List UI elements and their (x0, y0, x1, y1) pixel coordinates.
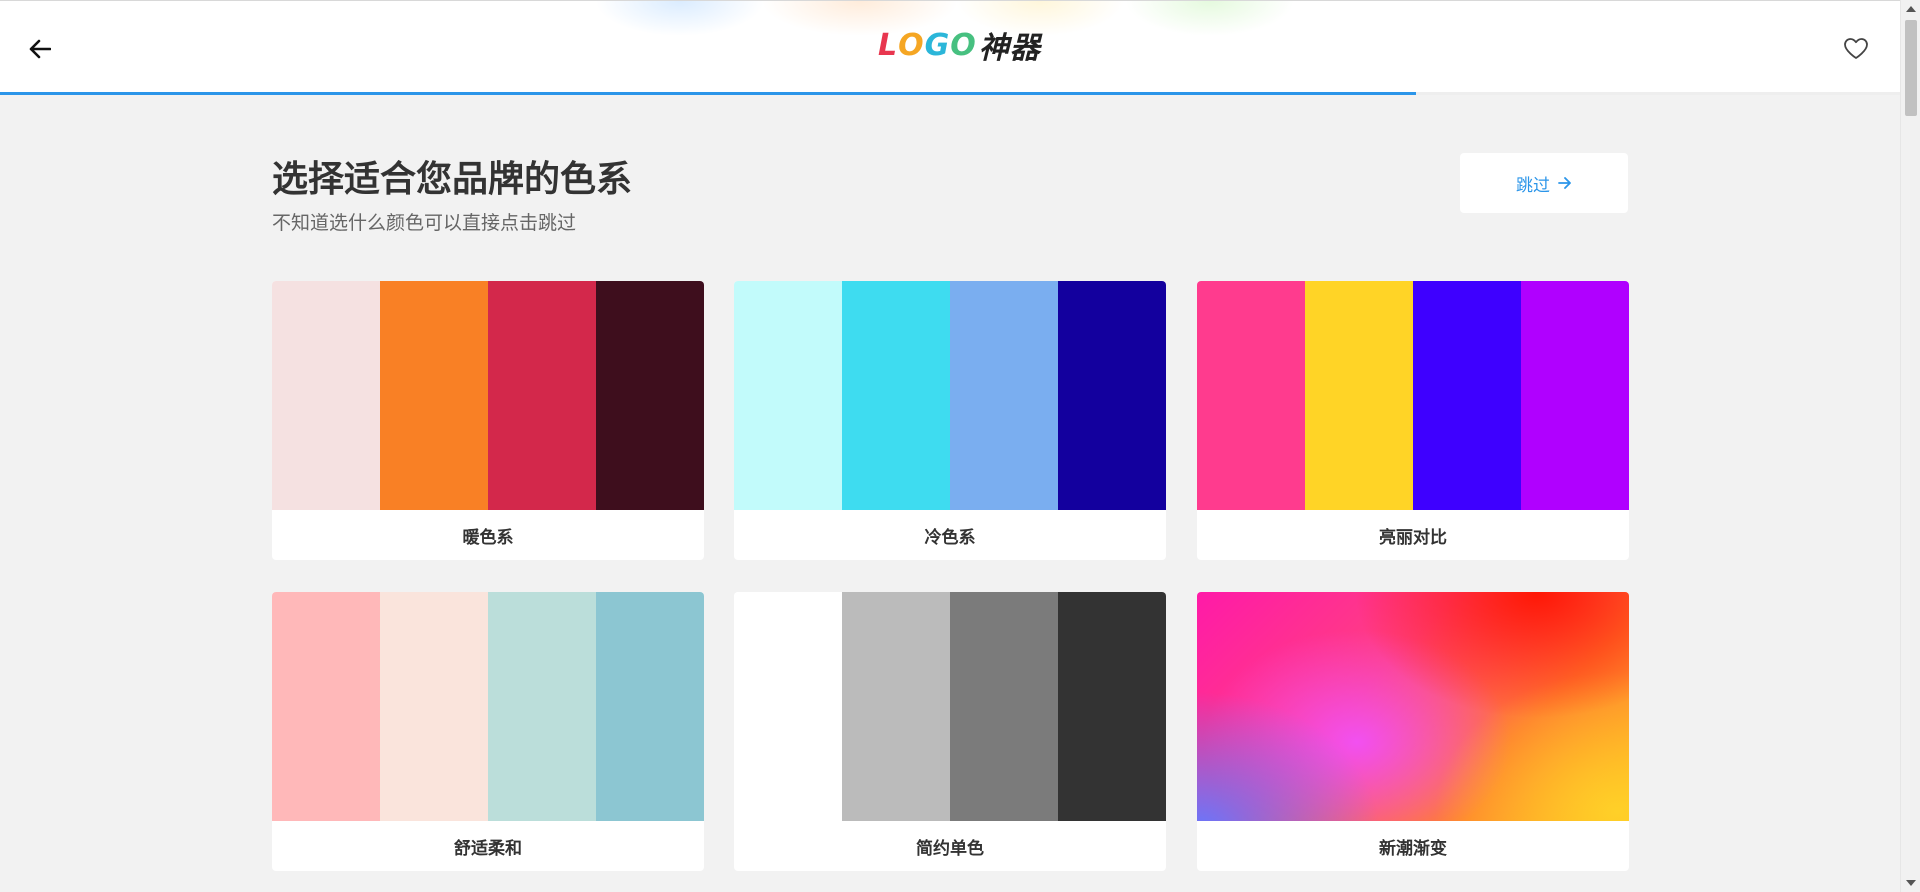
palette-swatches (734, 592, 1166, 821)
palette-swatches (272, 281, 704, 510)
triangle-down-icon (1906, 880, 1916, 886)
color-swatch (734, 281, 842, 510)
color-swatch (950, 281, 1058, 510)
palette-card-mono[interactable]: 简约单色 (734, 592, 1166, 871)
color-swatch (1413, 281, 1521, 510)
progress-fill (0, 92, 1416, 95)
scroll-thumb[interactable] (1905, 20, 1917, 116)
triangle-up-icon (1906, 6, 1916, 12)
logo-suffix: 神器 (978, 31, 1041, 66)
color-swatch (842, 281, 950, 510)
palette-swatches (734, 281, 1166, 510)
color-swatch (380, 281, 488, 510)
color-swatch (1305, 281, 1413, 510)
color-swatch (272, 592, 380, 821)
color-swatch (596, 281, 704, 510)
color-swatch (950, 592, 1058, 821)
scroll-up-button[interactable] (1901, 0, 1920, 18)
logo[interactable]: L O G O 神器 (878, 25, 1041, 67)
palette-card-contrast[interactable]: 亮丽对比 (1197, 281, 1629, 560)
color-swatch (1197, 281, 1305, 510)
palette-label: 舒适柔和 (454, 838, 522, 859)
palette-label: 暖色系 (462, 527, 514, 548)
palette-label: 亮丽对比 (1379, 527, 1447, 548)
palette-card-cool[interactable]: 冷色系 (734, 281, 1166, 560)
color-swatch (1058, 592, 1166, 821)
palette-label: 新潮渐变 (1379, 838, 1447, 859)
arrow-left-icon (29, 39, 51, 59)
page-title: 选择适合您品牌的色系 (272, 159, 633, 200)
logo-letter-4: O (950, 27, 977, 63)
palette-label: 简约单色 (916, 838, 984, 859)
heart-icon (1844, 38, 1868, 59)
color-swatch (842, 592, 950, 821)
color-swatch (488, 592, 596, 821)
logo-letter-2: O (898, 27, 925, 63)
progress-bar (0, 92, 1900, 95)
color-swatch (380, 592, 488, 821)
palette-card-gradient[interactable]: 新潮渐变 (1197, 592, 1629, 871)
arrow-right-icon (1558, 177, 1572, 189)
color-swatch (596, 592, 704, 821)
color-swatch (1058, 281, 1166, 510)
favorite-button[interactable] (1840, 33, 1872, 65)
color-swatch (1521, 281, 1629, 510)
palette-label: 冷色系 (924, 527, 976, 548)
color-swatch (734, 592, 842, 821)
scroll-down-button[interactable] (1901, 874, 1920, 892)
palette-card-warm[interactable]: 暖色系 (272, 281, 704, 560)
color-swatch (488, 281, 596, 510)
color-swatch (272, 281, 380, 510)
skip-button[interactable]: 跳过 (1460, 153, 1628, 213)
palette-swatches (1197, 281, 1629, 510)
logo-letter-1: L (878, 27, 899, 63)
scrollbar[interactable] (1900, 0, 1920, 892)
page-subtitle: 不知道选什么颜色可以直接点击跳过 (272, 212, 577, 234)
back-button[interactable] (24, 33, 56, 65)
gradient-swatch (1197, 592, 1629, 821)
top-header: L O G O 神器 (0, 0, 1900, 95)
logo-letter-3: G (924, 27, 951, 63)
palette-card-soft[interactable]: 舒适柔和 (272, 592, 704, 871)
skip-button-label: 跳过 (1516, 175, 1550, 196)
palette-swatches (272, 592, 704, 821)
